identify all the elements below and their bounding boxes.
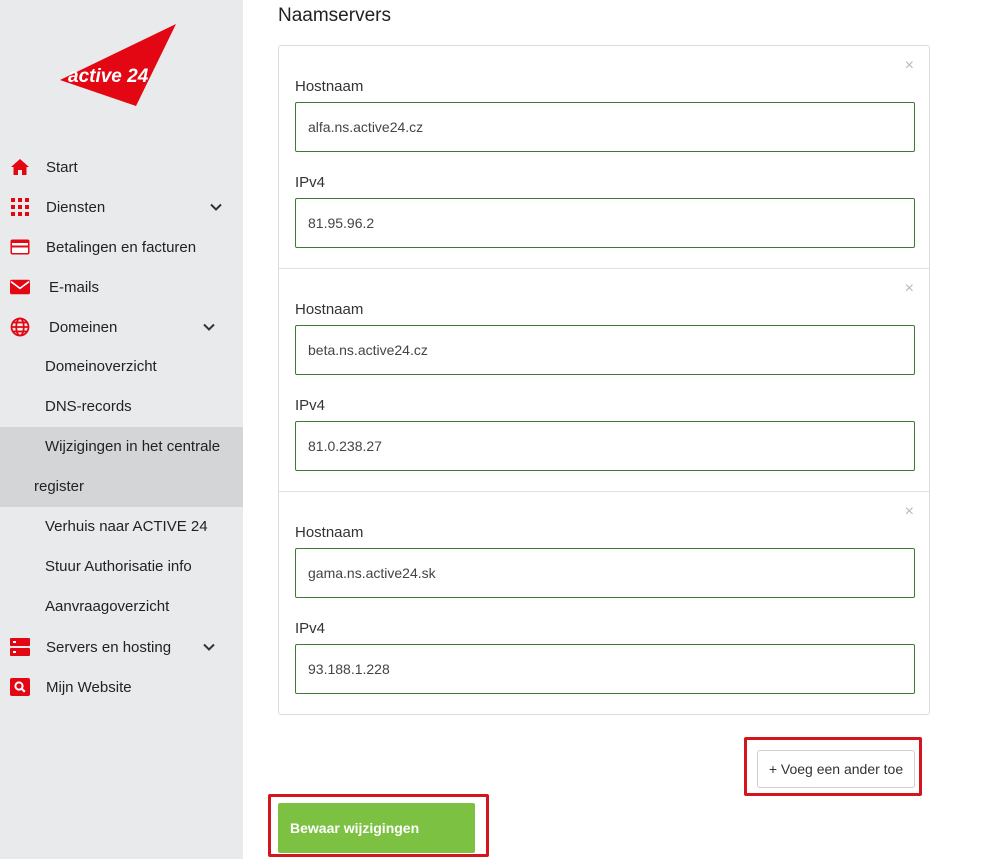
sidebar-item-betalingen[interactable]: Betalingen en facturen (0, 227, 243, 267)
sidebar-item-label: Domeinen (49, 318, 118, 336)
active24-logo[interactable]: active 24 (58, 22, 180, 110)
sidebar-subitem-label: Aanvraagoverzicht (45, 598, 170, 615)
ipv4-label: IPv4 (295, 397, 326, 414)
ipv4-input[interactable]: 81.0.238.27 (295, 421, 915, 471)
nameservers-card: × Hostnaam alfa.ns.active24.cz IPv4 81.9… (278, 45, 930, 715)
sidebar-subitem-label: Wijzigingen in het centrale (45, 438, 221, 455)
hostname-label: Hostnaam (295, 78, 364, 95)
credit-card-icon (10, 237, 30, 257)
chevron-down-icon[interactable] (202, 640, 216, 654)
sidebar-item-emails[interactable]: E-mails (0, 267, 243, 307)
sidebar-item-mijn-website[interactable]: Mijn Website (0, 667, 243, 707)
globe-icon (10, 317, 30, 337)
sidebar-item-label: E-mails (49, 278, 100, 296)
sidebar-subitem-label: Verhuis naar ACTIVE 24 (45, 518, 208, 535)
sidebar-item-label: Diensten (46, 198, 106, 216)
hostname-input[interactable]: beta.ns.active24.cz (295, 325, 915, 375)
sidebar-item-label: Betalingen en facturen (46, 238, 197, 256)
sidebar-subitem-domeinoverzicht[interactable]: Domeinoverzicht (0, 347, 243, 387)
sidebar-item-label: Start (46, 158, 78, 176)
sidebar-item-start[interactable]: Start (0, 147, 243, 187)
sidebar-subitem-label: DNS-records (45, 398, 132, 415)
sidebar-item-label: Servers en hosting (46, 638, 172, 656)
save-changes-button[interactable]: Bewaar wijzigingen (278, 803, 475, 853)
nameserver-entry: × Hostnaam beta.ns.active24.cz IPv4 81.0… (279, 268, 929, 491)
sidebar-subitem-central-register-changes[interactable]: Wijzigingen in het centrale register (0, 427, 243, 507)
sidebar-subitem-label: Stuur Authorisatie info (45, 558, 192, 575)
hostname-input[interactable]: gama.ns.active24.sk (295, 548, 915, 598)
ipv4-input[interactable]: 81.95.96.2 (295, 198, 915, 248)
hostname-label: Hostnaam (295, 524, 364, 541)
logo-text: active 24 (68, 66, 149, 87)
server-icon (10, 637, 30, 657)
add-nameserver-button[interactable]: + Voeg een ander toe (757, 750, 915, 788)
sidebar-subitem-transfer[interactable]: Verhuis naar ACTIVE 24 (0, 507, 243, 547)
sidebar-subitem-label-continued: register (34, 478, 85, 495)
sidebar-item-diensten[interactable]: Diensten (0, 187, 243, 227)
ipv4-label: IPv4 (295, 620, 326, 637)
hostname-input[interactable]: alfa.ns.active24.cz (295, 102, 915, 152)
sidebar-item-domeinen[interactable]: Domeinen (0, 307, 243, 347)
close-icon[interactable]: × (905, 58, 914, 74)
close-icon[interactable]: × (905, 281, 914, 297)
sidebar: active 24 Start Diensten Betalingen en f… (0, 0, 243, 859)
nameserver-entry: × Hostnaam alfa.ns.active24.cz IPv4 81.9… (279, 46, 929, 269)
sidebar-subitem-dns-records[interactable]: DNS-records (0, 387, 243, 427)
nameserver-entry: × Hostnaam gama.ns.active24.sk IPv4 93.1… (279, 491, 929, 714)
sidebar-item-servers-hosting[interactable]: Servers en hosting (0, 627, 243, 667)
hostname-label: Hostnaam (295, 301, 364, 318)
sidebar-item-label: Mijn Website (46, 678, 132, 696)
grid-icon (10, 197, 30, 217)
sidebar-subitem-send-auth-info[interactable]: Stuur Authorisatie info (0, 547, 243, 587)
envelope-icon (10, 277, 30, 297)
ipv4-input[interactable]: 93.188.1.228 (295, 644, 915, 694)
home-icon (10, 157, 30, 177)
chevron-down-icon[interactable] (209, 200, 223, 214)
sidebar-subitem-label: Domeinoverzicht (45, 358, 157, 375)
sidebar-subitem-request-overview[interactable]: Aanvraagoverzicht (0, 587, 243, 627)
chevron-down-icon[interactable] (202, 320, 216, 334)
ipv4-label: IPv4 (295, 174, 326, 191)
search-icon (10, 677, 30, 697)
close-icon[interactable]: × (905, 504, 914, 520)
page-title: Naamservers (278, 5, 391, 26)
